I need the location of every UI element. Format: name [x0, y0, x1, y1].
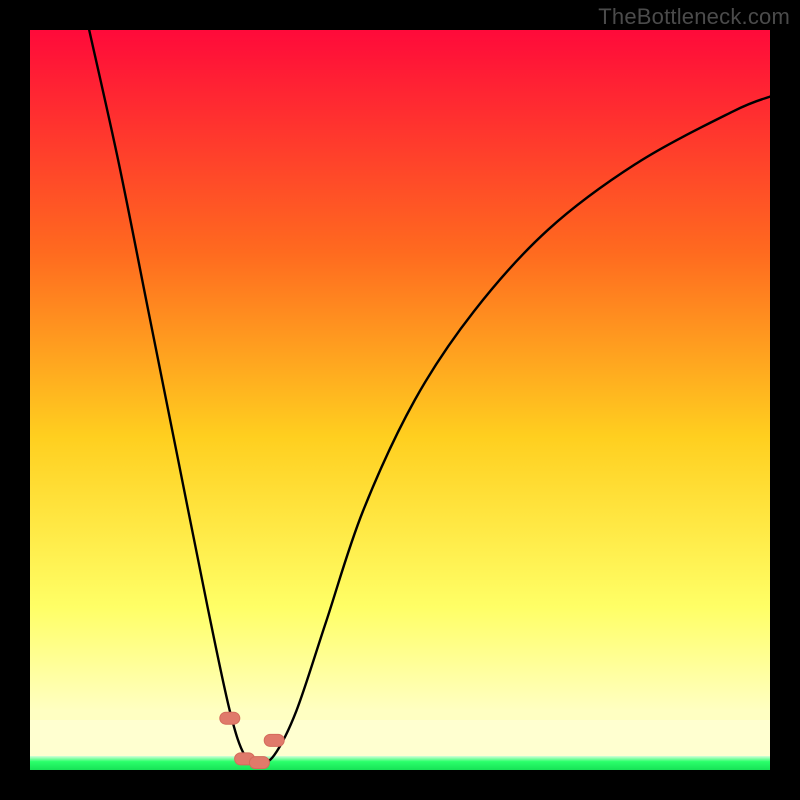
- bottleneck-curve: [89, 30, 770, 763]
- optimal-zone-markers: [220, 712, 284, 768]
- watermark-text: TheBottleneck.com: [598, 4, 790, 30]
- chart-frame: TheBottleneck.com: [0, 0, 800, 800]
- plot-area: [30, 30, 770, 770]
- bottleneck-curve-svg: [30, 30, 770, 770]
- optimal-marker: [249, 757, 269, 769]
- optimal-marker: [220, 712, 240, 724]
- optimal-marker: [264, 734, 284, 746]
